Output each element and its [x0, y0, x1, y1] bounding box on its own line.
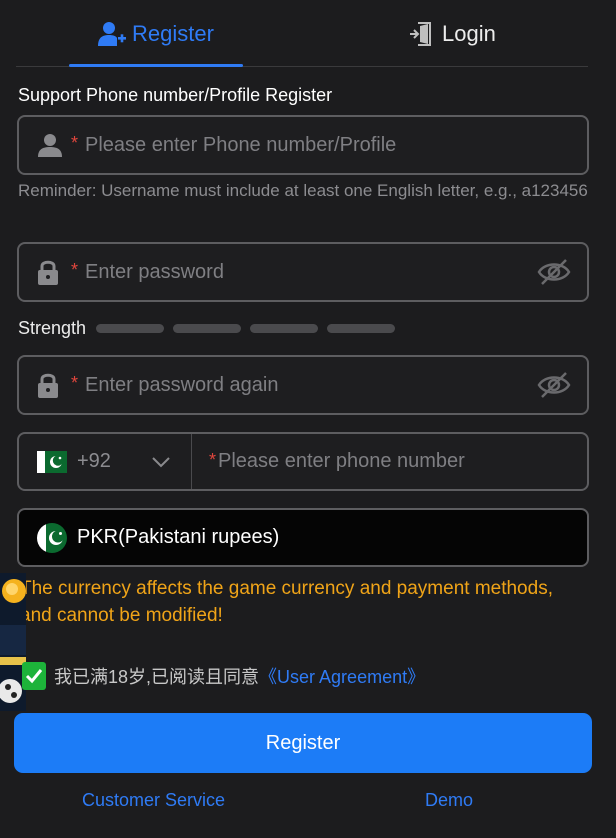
lock-icon	[37, 372, 63, 398]
confirm-password-input[interactable]	[73, 373, 537, 397]
register-page: Register Login Support Phone number/Prof…	[0, 0, 616, 838]
strength-label: Strength	[18, 318, 87, 338]
strength-bar	[173, 324, 242, 333]
required-mark: *	[71, 260, 79, 280]
username-reminder: Reminder: Username must include at least…	[18, 181, 588, 200]
password-field: *	[17, 242, 589, 302]
currency-display: PKR(Pakistani rupees)	[17, 508, 589, 567]
checkmark-icon	[25, 669, 43, 684]
demo-link[interactable]: Demo	[425, 790, 473, 811]
required-mark: *	[71, 133, 79, 153]
country-code: +92	[77, 450, 111, 472]
required-mark: *	[209, 450, 217, 470]
tab-login[interactable]: Login	[408, 16, 496, 52]
password-strength: Strength	[18, 318, 404, 339]
side-promo-banner[interactable]	[0, 573, 26, 711]
user-plus-icon	[98, 20, 126, 48]
eye-off-icon[interactable]	[537, 257, 571, 287]
auth-tabs: Register Login	[16, 0, 588, 67]
pakistan-flag-icon	[37, 450, 67, 473]
pakistan-flag-icon	[37, 522, 67, 553]
active-tab-indicator	[69, 64, 243, 67]
eye-off-icon[interactable]	[537, 370, 571, 400]
register-method-label: Support Phone number/Profile Register	[18, 85, 333, 105]
tab-register-label: Register	[132, 21, 214, 46]
register-button[interactable]: Register	[14, 713, 592, 773]
door-login-icon	[408, 20, 436, 48]
agree-checkbox[interactable]	[22, 662, 46, 690]
confirm-password-field: *	[17, 355, 589, 415]
agreement-row: 我已满18岁,已阅读且同意 《User Agreement》	[22, 662, 425, 690]
currency-label: PKR(Pakistani rupees)	[77, 526, 280, 548]
strength-bar	[327, 324, 396, 333]
username-field: *	[17, 115, 589, 175]
username-input[interactable]	[73, 133, 587, 157]
agree-text: 我已满18岁,已阅读且同意	[54, 667, 260, 687]
phone-field: +92 *	[17, 432, 589, 491]
country-code-select[interactable]: +92	[19, 434, 192, 489]
strength-bar	[250, 324, 319, 333]
customer-service-link[interactable]: Customer Service	[82, 790, 225, 811]
user-agreement-link[interactable]: 《User Agreement》	[259, 663, 425, 689]
phone-input[interactable]	[192, 450, 587, 473]
currency-warning: The currency affects the game currency a…	[20, 578, 553, 626]
user-icon	[37, 132, 63, 158]
tab-login-label: Login	[442, 21, 496, 46]
password-input[interactable]	[73, 260, 537, 284]
chevron-down-icon	[151, 455, 171, 469]
required-mark: *	[71, 373, 79, 393]
tab-register[interactable]: Register	[98, 16, 214, 52]
lock-icon	[37, 259, 63, 285]
strength-bar	[96, 324, 165, 333]
